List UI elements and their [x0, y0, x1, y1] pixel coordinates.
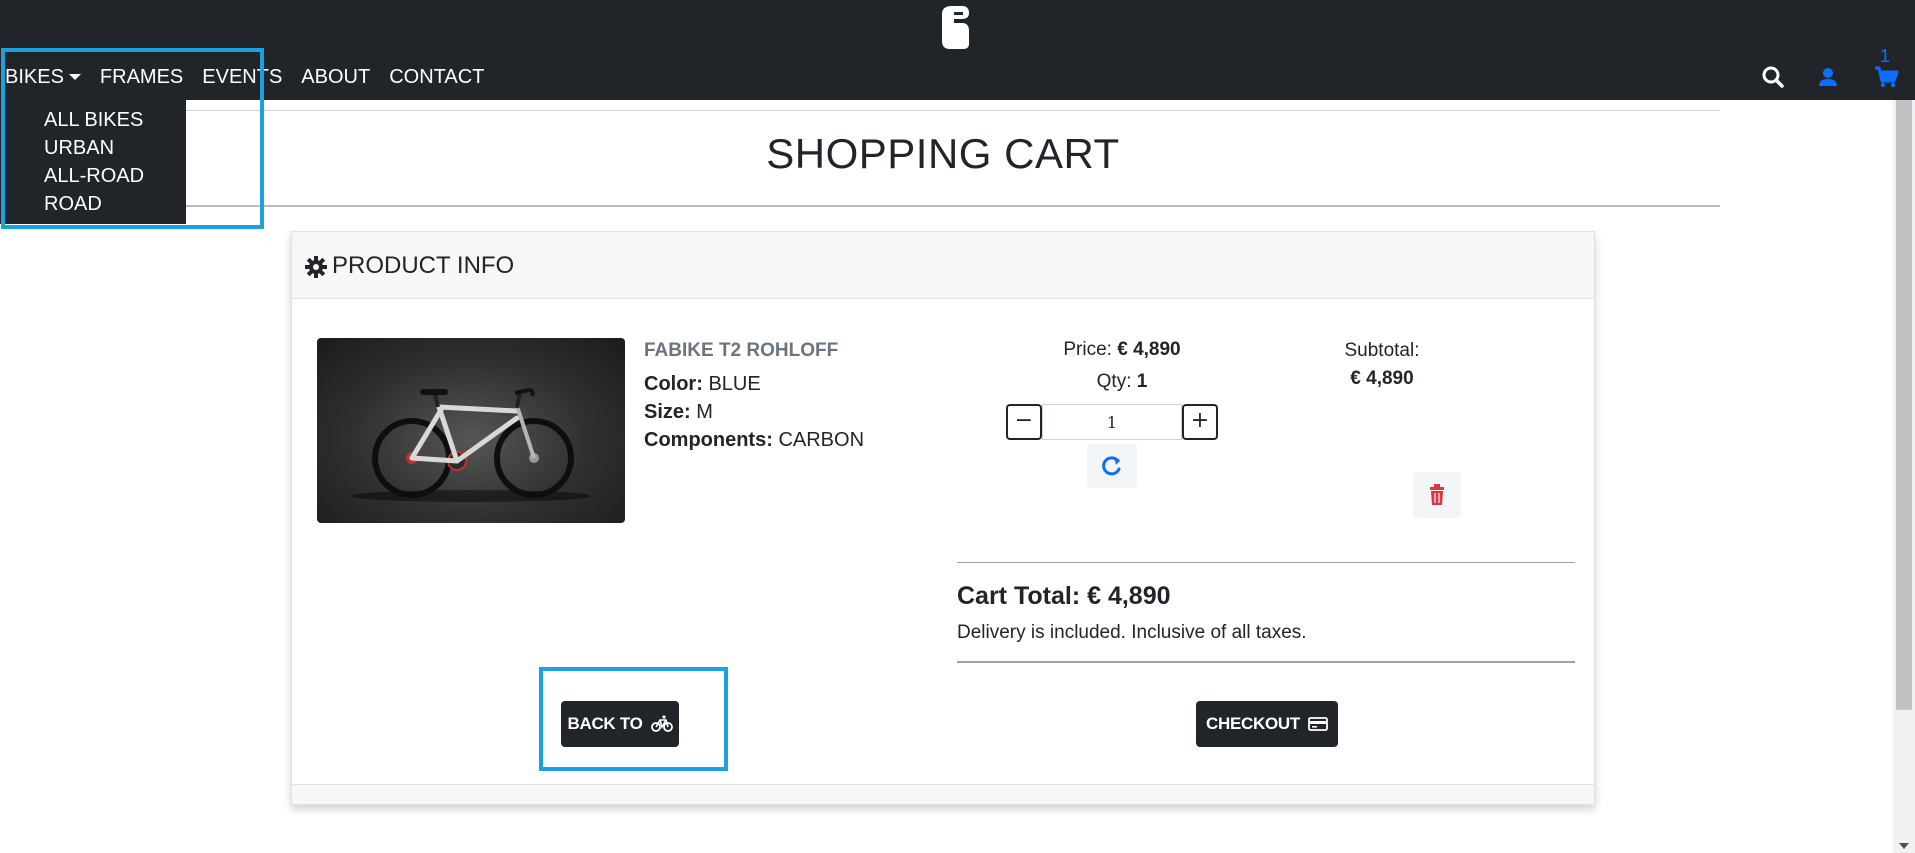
remove-item-button[interactable] [1413, 472, 1461, 518]
price-value: € 4,890 [1117, 339, 1181, 360]
size-label: Size: [644, 401, 691, 423]
product-color: Color: BLUE [644, 373, 761, 396]
card-header-title: PRODUCT INFO [332, 252, 515, 279]
components-label: Components: [644, 429, 773, 451]
product-size: Size: M [644, 401, 713, 424]
card-footer [292, 784, 1594, 804]
delivery-note: Delivery is included. Inclusive of all t… [957, 622, 1307, 643]
update-cart-button[interactable] [1087, 444, 1137, 488]
top-divider [186, 110, 1720, 111]
price-line: Price: € 4,890 [992, 339, 1252, 361]
qty-label: Qty: [1096, 371, 1132, 392]
card-header: PRODUCT INFO [292, 232, 1594, 299]
checkout-button-label: CHECKOUT [1206, 714, 1300, 733]
nav-contact[interactable]: CONTACT [389, 66, 484, 89]
navbar: BIKES FRAMES EVENTS ABOUT CONTACT 1 [0, 0, 1915, 100]
credit-card-icon [1308, 717, 1328, 731]
components-value: CARBON [778, 429, 865, 451]
subtotal-value: € 4,890 [1350, 368, 1414, 389]
gear-icon [305, 256, 327, 278]
product-components: Components: CARBON [644, 429, 864, 452]
highlight-back-button [539, 667, 728, 771]
subtotal-label: Subtotal: [1344, 340, 1420, 361]
trash-icon [1430, 484, 1444, 505]
cart-count-badge: 1 [1880, 46, 1891, 66]
page-title: SHOPPING CART [766, 130, 1120, 177]
price-label: Price: [1063, 339, 1112, 360]
search-icon[interactable] [1760, 64, 1786, 90]
scrollbar-thumb[interactable] [1896, 100, 1912, 710]
scroll-down-arrow-icon[interactable] [1899, 843, 1909, 849]
qty-value: 1 [1136, 371, 1148, 392]
nav-about[interactable]: ABOUT [301, 66, 370, 89]
qty-line: Qty: 1 [992, 371, 1252, 393]
title-divider [186, 205, 1720, 207]
color-value: BLUE [708, 373, 761, 395]
total-divider-top [957, 562, 1575, 563]
product-image[interactable] [317, 338, 625, 523]
product-name[interactable]: FABIKE T2 ROHLOFF [644, 340, 838, 362]
brand-logo[interactable] [938, 4, 971, 50]
highlight-nav-dropdown [1, 48, 264, 229]
cart-icon[interactable] [1873, 64, 1899, 90]
quantity-input[interactable] [1042, 404, 1182, 440]
decrease-qty-button[interactable]: − [1006, 404, 1042, 440]
size-value: M [696, 401, 713, 423]
cart-total: Cart Total: € 4,890 [957, 582, 1171, 610]
total-divider-bottom [957, 661, 1575, 663]
increase-qty-button[interactable]: + [1182, 404, 1218, 440]
user-icon[interactable] [1815, 64, 1841, 90]
bike-illustration [351, 387, 591, 502]
checkout-button[interactable]: CHECKOUT [1196, 701, 1338, 747]
color-label: Color: [644, 373, 703, 395]
page-scrollbar[interactable] [1893, 100, 1915, 853]
refresh-icon [1102, 456, 1121, 476]
product-card: PRODUCT INFO FABIKE T2 ROHLOFF Color: BL… [291, 231, 1595, 805]
